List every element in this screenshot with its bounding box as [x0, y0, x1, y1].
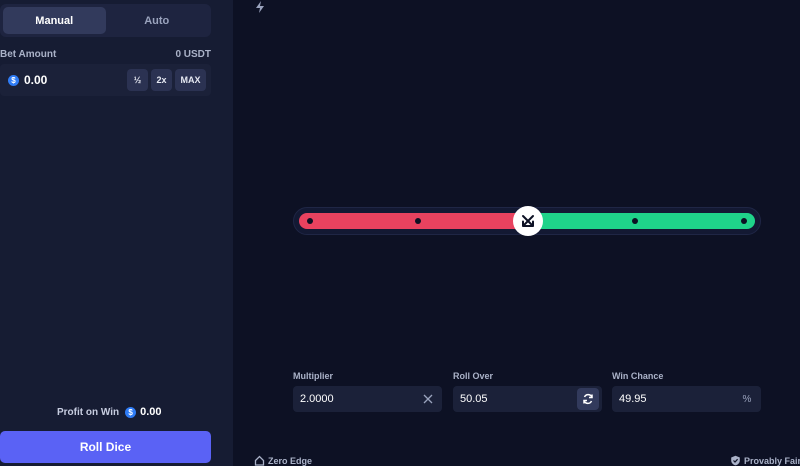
slider-lose-zone [299, 213, 528, 229]
profit-value: 0.00 [140, 406, 162, 418]
slider-win-zone [528, 213, 755, 229]
max-bet-button[interactable]: MAX [175, 69, 206, 91]
multiplier-input[interactable]: 2.0000 [300, 393, 417, 405]
win-chance-label: Win Chance [612, 371, 664, 381]
slider-tick [741, 218, 747, 224]
zero-edge-label: Zero Edge [268, 455, 313, 466]
profit-on-win: Profit on Win $ 0.00 [57, 406, 162, 418]
slider-tick [415, 218, 421, 224]
dollar-coin-icon: $ [8, 74, 19, 86]
bet-amount-label: Bet Amount [0, 49, 57, 60]
roll-over-label: Roll Over [453, 371, 494, 381]
slider-tick [632, 218, 638, 224]
slider-handle[interactable] [513, 206, 543, 236]
bet-amount-input[interactable]: 0.00 [24, 73, 127, 87]
bet-amount-header: Bet Amount 0 USDT [0, 49, 211, 60]
provably-fair-label: Provably Fair [744, 455, 800, 466]
mode-tabs: Manual Auto [0, 4, 211, 37]
roll-dice-button[interactable]: Roll Dice [0, 431, 211, 463]
shield-check-icon [731, 455, 740, 466]
double-bet-button[interactable]: 2x [151, 69, 172, 91]
bet-sidebar: Manual Auto Bet Amount 0 USDT $ 0.00 ½ 2… [0, 0, 233, 466]
lightning-icon[interactable] [253, 0, 267, 14]
tab-manual[interactable]: Manual [3, 7, 106, 34]
swap-arrows-icon [522, 215, 534, 227]
tab-auto[interactable]: Auto [106, 7, 209, 34]
slider-tick [307, 218, 313, 224]
multiplier-label: Multiplier [293, 371, 333, 381]
bet-amount-field[interactable]: $ 0.00 ½ 2x MAX [0, 64, 211, 96]
win-chance-input[interactable]: 49.95 [619, 393, 736, 405]
percent-icon: % [742, 393, 752, 405]
half-bet-button[interactable]: ½ [127, 69, 148, 91]
multiplier-field[interactable]: 2.0000 [293, 386, 442, 412]
win-chance-field[interactable]: 49.95 % [612, 386, 761, 412]
zero-edge-badge[interactable]: Zero Edge [254, 455, 312, 466]
dollar-coin-icon: $ [125, 406, 137, 418]
provably-fair-link[interactable]: Provably Fair [730, 455, 800, 466]
home-icon [254, 455, 265, 466]
refresh-icon[interactable] [577, 388, 599, 410]
roll-over-input[interactable]: 50.05 [460, 393, 577, 405]
roll-over-field[interactable]: 50.05 [453, 386, 602, 412]
profit-label: Profit on Win [57, 406, 120, 418]
bet-balance: 0 USDT [175, 49, 211, 60]
close-icon [417, 388, 439, 410]
